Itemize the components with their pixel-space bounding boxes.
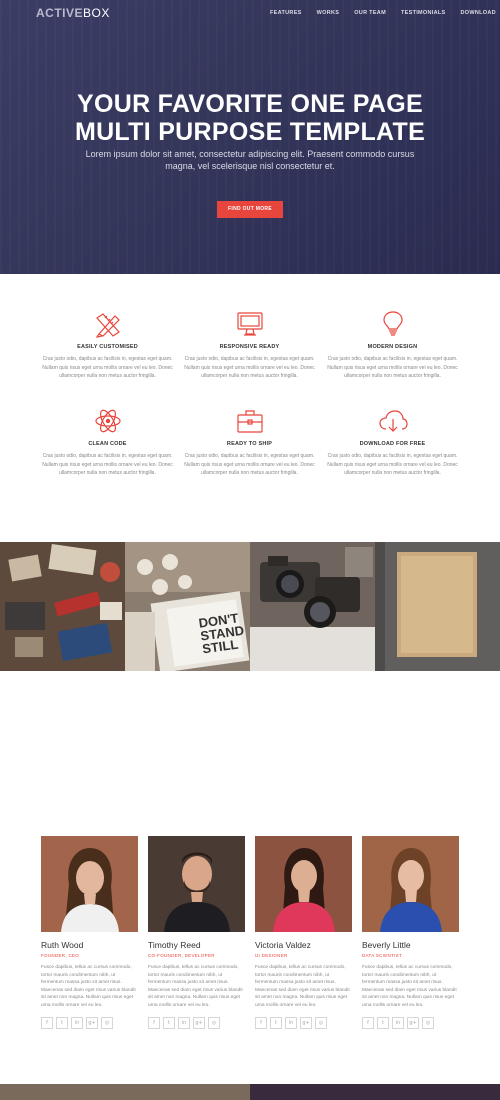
nav-item-works[interactable]: WORKS [317, 10, 340, 16]
social-links: f t in g+ ◎ [255, 1017, 352, 1029]
find-out-more-button[interactable]: FIND OUT MORE [217, 201, 283, 218]
logo-part-1: ACTIVE [36, 6, 84, 20]
nav-item-download[interactable]: DOWNLOAD [461, 10, 496, 16]
twitter-icon[interactable]: t [270, 1017, 282, 1029]
hero-title-line-2: MULTI PURPOSE TEMPLATE [74, 118, 426, 146]
portfolio-item-photography[interactable] [250, 542, 375, 671]
dribbble-icon[interactable]: ◎ [422, 1017, 434, 1029]
feature-title: READY TO SHIP [226, 441, 273, 447]
nav-item-our-team[interactable]: OUR TEAM [354, 10, 386, 16]
briefcase-icon [236, 410, 263, 433]
hero-title: YOUR FAVORITE ONE PAGE MULTI PURPOSE TEM… [0, 90, 500, 146]
dribbble-icon[interactable]: ◎ [208, 1017, 220, 1029]
member-bio: Fusce dapibus, tellus ac cursus commodo,… [362, 965, 457, 1008]
feature-text: Cras justo odio, dapibus ac facilisis in… [327, 453, 458, 476]
google-plus-icon[interactable]: g+ [300, 1017, 312, 1029]
facebook-icon[interactable]: f [255, 1017, 267, 1029]
logo[interactable]: ACTIVEBOX [36, 6, 110, 20]
feature-clean-code: CLEAN CODE Cras justo odio, dapibus ac f… [35, 407, 180, 478]
google-plus-icon[interactable]: g+ [407, 1017, 419, 1029]
feature-title: MODERN DESIGN [367, 344, 418, 350]
linkedin-icon[interactable]: in [392, 1017, 404, 1029]
member-bio: Fusce dapibus, tellus ac cursus commodo,… [148, 965, 243, 1008]
dribbble-icon[interactable]: ◎ [315, 1017, 327, 1029]
feature-title: DOWNLOAD FOR FREE [359, 441, 426, 447]
feature-text: Cras justo odio, dapibus ac facilisis in… [184, 356, 315, 379]
preview-image-left [0, 1084, 250, 1100]
member-name: Victoria Valdez [255, 940, 311, 950]
logo-part-2: BOX [83, 6, 110, 20]
avatar [255, 836, 352, 932]
hero-title-line-1: YOUR FAVORITE ONE PAGE [77, 90, 423, 118]
portfolio-item-branding[interactable] [0, 542, 125, 671]
member-role: DATA SCIENTIST [362, 953, 403, 958]
twitter-icon[interactable]: t [163, 1017, 175, 1029]
feature-ready-to-ship: READY TO SHIP Cras justo odio, dapibus a… [177, 407, 322, 478]
facebook-icon[interactable]: f [148, 1017, 160, 1029]
google-plus-icon[interactable]: g+ [193, 1017, 205, 1029]
dribbble-icon[interactable]: ◎ [101, 1017, 113, 1029]
member-role: FOUNDER, CEO [41, 953, 80, 958]
feature-title: EASILY CUSTOMISED [77, 344, 138, 350]
lightbulb-icon [382, 311, 403, 336]
cloud-download-icon [378, 410, 408, 432]
portfolio-item-notebook[interactable] [375, 542, 500, 671]
preview-image-right [250, 1084, 500, 1100]
avatar [362, 836, 459, 932]
top-navbar: ACTIVEBOX FEATURES WORKS OUR TEAM TESTIM… [0, 0, 500, 27]
feature-download-for-free: DOWNLOAD FOR FREE Cras justo odio, dapib… [320, 407, 465, 478]
feature-text: Cras justo odio, dapibus ac facilisis in… [42, 356, 173, 379]
linkedin-icon[interactable]: in [285, 1017, 297, 1029]
portfolio-image [375, 542, 500, 671]
linkedin-icon[interactable]: in [178, 1017, 190, 1029]
portfolio-image [250, 542, 375, 671]
twitter-icon[interactable]: t [56, 1017, 68, 1029]
linkedin-icon[interactable]: in [71, 1017, 83, 1029]
facebook-icon[interactable]: f [362, 1017, 374, 1029]
team-member-timothy-reed: Timothy Reed CO-FOUNDER, DEVELOPER Fusce… [148, 836, 245, 1029]
feature-text: Cras justo odio, dapibus ac facilisis in… [42, 453, 173, 476]
pencil-ruler-icon [95, 313, 120, 338]
next-section-preview [0, 1084, 500, 1100]
member-role: UI DESIGNER [255, 953, 288, 958]
hero-section: ACTIVEBOX FEATURES WORKS OUR TEAM TESTIM… [0, 0, 500, 274]
feature-easily-customised: EASILY CUSTOMISED Cras justo odio, dapib… [35, 310, 180, 381]
member-bio: Fusce dapibus, tellus ac cursus commodo,… [41, 965, 136, 1008]
portfolio-image: DON'T STAND STILL [125, 542, 250, 671]
feature-modern-design: MODERN DESIGN Cras justo odio, dapibus a… [320, 310, 465, 381]
avatar [148, 836, 245, 932]
twitter-icon[interactable]: t [377, 1017, 389, 1029]
google-plus-icon[interactable]: g+ [86, 1017, 98, 1029]
member-bio: Fusce dapibus, tellus ac cursus commodo,… [255, 965, 350, 1008]
portfolio-grid: DON'T STAND STILL [0, 542, 500, 671]
social-links: f t in g+ ◎ [41, 1017, 138, 1029]
feature-responsive-ready: RESPONSIVE READY Cras justo odio, dapibu… [177, 310, 322, 381]
social-links: f t in g+ ◎ [362, 1017, 459, 1029]
feature-text: Cras justo odio, dapibus ac facilisis in… [184, 453, 315, 476]
atom-icon [94, 409, 121, 433]
avatar [41, 836, 138, 932]
social-links: f t in g+ ◎ [148, 1017, 245, 1029]
facebook-icon[interactable]: f [41, 1017, 53, 1029]
nav-item-testimonials[interactable]: TESTIMONIALS [401, 10, 446, 16]
monitor-icon [236, 312, 263, 336]
portfolio-image [0, 542, 125, 671]
member-name: Beverly Little [362, 940, 411, 950]
portfolio-item-print[interactable]: DON'T STAND STILL [125, 542, 250, 671]
nav-menu: FEATURES WORKS OUR TEAM TESTIMONIALS DOW… [270, 10, 496, 16]
member-role: CO-FOUNDER, DEVELOPER [148, 953, 215, 958]
feature-title: CLEAN CODE [88, 441, 127, 447]
team-member-beverly-little: Beverly Little DATA SCIENTIST Fusce dapi… [362, 836, 459, 1029]
member-name: Ruth Wood [41, 940, 84, 950]
nav-item-features[interactable]: FEATURES [270, 10, 302, 16]
team-member-ruth-wood: Ruth Wood FOUNDER, CEO Fusce dapibus, te… [41, 836, 138, 1029]
feature-title: RESPONSIVE READY [219, 344, 280, 350]
team-member-victoria-valdez: Victoria Valdez UI DESIGNER Fusce dapibu… [255, 836, 352, 1029]
member-name: Timothy Reed [148, 940, 201, 950]
feature-text: Cras justo odio, dapibus ac facilisis in… [327, 356, 458, 379]
hero-lead: Lorem ipsum dolor sit amet, consectetur … [85, 149, 415, 171]
